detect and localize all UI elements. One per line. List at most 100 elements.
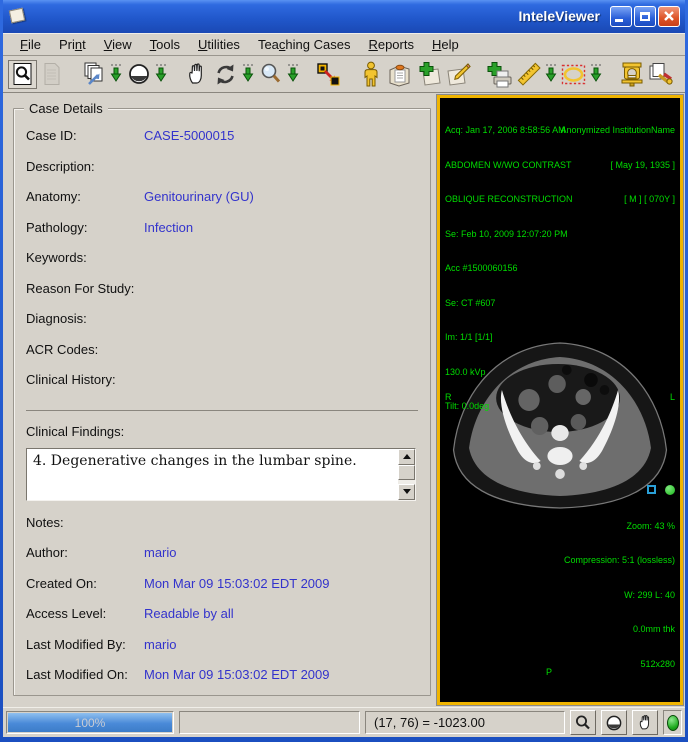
edit-case-button[interactable] (443, 60, 472, 89)
scroll-thumb[interactable] (398, 465, 415, 480)
refresh-button[interactable] (211, 60, 240, 89)
patient-icon (359, 61, 383, 87)
field-label: Anatomy: (26, 189, 144, 204)
overlay-accession: Acc #1500060156 (445, 263, 573, 275)
pan-button[interactable] (182, 60, 211, 89)
menu-tools[interactable]: Tools (141, 34, 189, 55)
field-label: Pathology: (26, 220, 144, 235)
field-access-level: Access Level: Readable by all (26, 606, 418, 637)
patient-button[interactable] (356, 60, 385, 89)
edit-case-icon (445, 61, 471, 87)
refresh-dropdown[interactable] (240, 60, 256, 89)
clinical-findings-text: 4. Degenerative changes in the lumbar sp… (27, 449, 415, 469)
field-label: Clinical History: (26, 372, 144, 387)
window-title: InteleViewer (519, 8, 600, 24)
field-value: Infection (144, 220, 193, 235)
series-stack-button[interactable] (79, 60, 108, 89)
close-button[interactable] (658, 6, 680, 27)
scanner-button[interactable] (617, 60, 646, 89)
status-pan-button[interactable] (632, 710, 658, 735)
field-value: Readable by all (144, 606, 234, 621)
zoom-region-button[interactable] (314, 60, 343, 89)
magnify-dropdown[interactable] (285, 60, 301, 89)
overlay-series-number: Se: CT #607 (445, 298, 573, 310)
dropdown-arrow-icon (286, 62, 300, 86)
progress-bar: 100% (6, 711, 174, 734)
add-case-button[interactable] (414, 60, 443, 89)
field-label: Last Modified By: (26, 637, 144, 652)
scroll-up-button[interactable] (398, 449, 415, 465)
arrow-down-icon (403, 489, 411, 494)
overlay-zoom: Zoom: 43 % (564, 521, 675, 533)
close-icon (663, 10, 675, 22)
menu-view[interactable]: View (95, 34, 141, 55)
menu-utilities[interactable]: Utilities (189, 34, 249, 55)
minimize-icon (615, 19, 623, 22)
app-icon (9, 7, 27, 25)
title-bar[interactable]: InteleViewer (3, 0, 685, 33)
add-case-icon (416, 61, 442, 87)
menu-print[interactable]: Print (50, 34, 95, 55)
groupbox-title: Case Details (24, 101, 108, 116)
report-icon (387, 62, 412, 87)
report-button[interactable] (385, 60, 414, 89)
window-level-dropdown[interactable] (153, 60, 169, 89)
orientation-marker-right: R (445, 392, 452, 404)
overlay-study-description: ABDOMEN W/WO CONTRAST (445, 160, 573, 172)
progress-label: 100% (7, 712, 173, 733)
overlay-series-date: Se: Feb 10, 2009 12:07:20 PM (445, 229, 573, 241)
series-stack-dropdown[interactable] (108, 60, 124, 89)
blank-page-icon (41, 62, 63, 86)
form-separator (26, 410, 418, 411)
pan-hand-icon (185, 62, 209, 86)
field-value: Mon Mar 09 15:03:02 EDT 2009 (144, 576, 330, 591)
status-message-panel (179, 711, 360, 734)
find-study-button[interactable] (8, 60, 37, 89)
inteleviewer-window: InteleViewer File Print View Tools Utili… (0, 0, 688, 742)
overlay-compression: Compression: 5:1 (lossless) (564, 555, 675, 567)
minimize-button[interactable] (610, 6, 632, 27)
status-bar: 100% (17, 76) = -1023.00 (3, 707, 685, 737)
window-level-icon (605, 714, 623, 732)
status-window-level-button[interactable] (601, 710, 627, 735)
field-label: Notes: (26, 515, 144, 530)
roi-ellipse-button[interactable] (559, 60, 588, 89)
findings-scrollbar[interactable] (398, 449, 415, 500)
ruler-dropdown[interactable] (543, 60, 559, 89)
roi-dropdown[interactable] (588, 60, 604, 89)
overlay-kvp: 130.0 kVp (445, 367, 573, 379)
overlay-bottom-right: Zoom: 43 % Compression: 5:1 (lossless) W… (564, 462, 675, 694)
field-label: Keywords: (26, 250, 144, 265)
ruler-button[interactable] (514, 60, 543, 89)
image-viewport[interactable]: Acq: Jan 17, 2006 8:58:56 AM ABDOMEN W/W… (437, 95, 683, 705)
overlay-birthdate: [ May 19, 1935 ] (560, 160, 675, 172)
field-label: Case ID: (26, 128, 144, 143)
clinical-findings-textbox[interactable]: 4. Degenerative changes in the lumbar sp… (26, 448, 416, 501)
export-stack-button[interactable] (646, 60, 675, 89)
dropdown-arrow-icon (241, 62, 255, 86)
menu-reports[interactable]: Reports (359, 34, 423, 55)
field-label: Author: (26, 545, 144, 560)
blank-page-button[interactable] (37, 60, 66, 89)
roi-ellipse-icon (560, 62, 587, 87)
field-value: mario (144, 545, 177, 560)
toolbar (3, 56, 685, 93)
refresh-icon (213, 62, 238, 87)
scroll-down-button[interactable] (398, 484, 415, 500)
menu-file[interactable]: File (11, 34, 50, 55)
zoom-region-icon (316, 62, 341, 87)
window-level-button[interactable] (124, 60, 153, 89)
magnify-button[interactable] (256, 60, 285, 89)
field-author: Author: mario (26, 545, 418, 576)
status-magnify-button[interactable] (570, 710, 596, 735)
export-stack-icon (647, 61, 674, 87)
menu-help[interactable]: Help (423, 34, 468, 55)
maximize-button[interactable] (634, 6, 656, 27)
overlay-window-level: W: 299 L: 40 (564, 590, 675, 602)
field-label: Last Modified On: (26, 667, 144, 682)
maximize-icon (640, 12, 650, 21)
menu-teaching-cases[interactable]: Teaching Cases (249, 34, 360, 55)
send-to-printer-button[interactable] (485, 60, 514, 89)
dropdown-arrow-icon (589, 62, 603, 86)
dropdown-arrow-icon (109, 62, 123, 86)
